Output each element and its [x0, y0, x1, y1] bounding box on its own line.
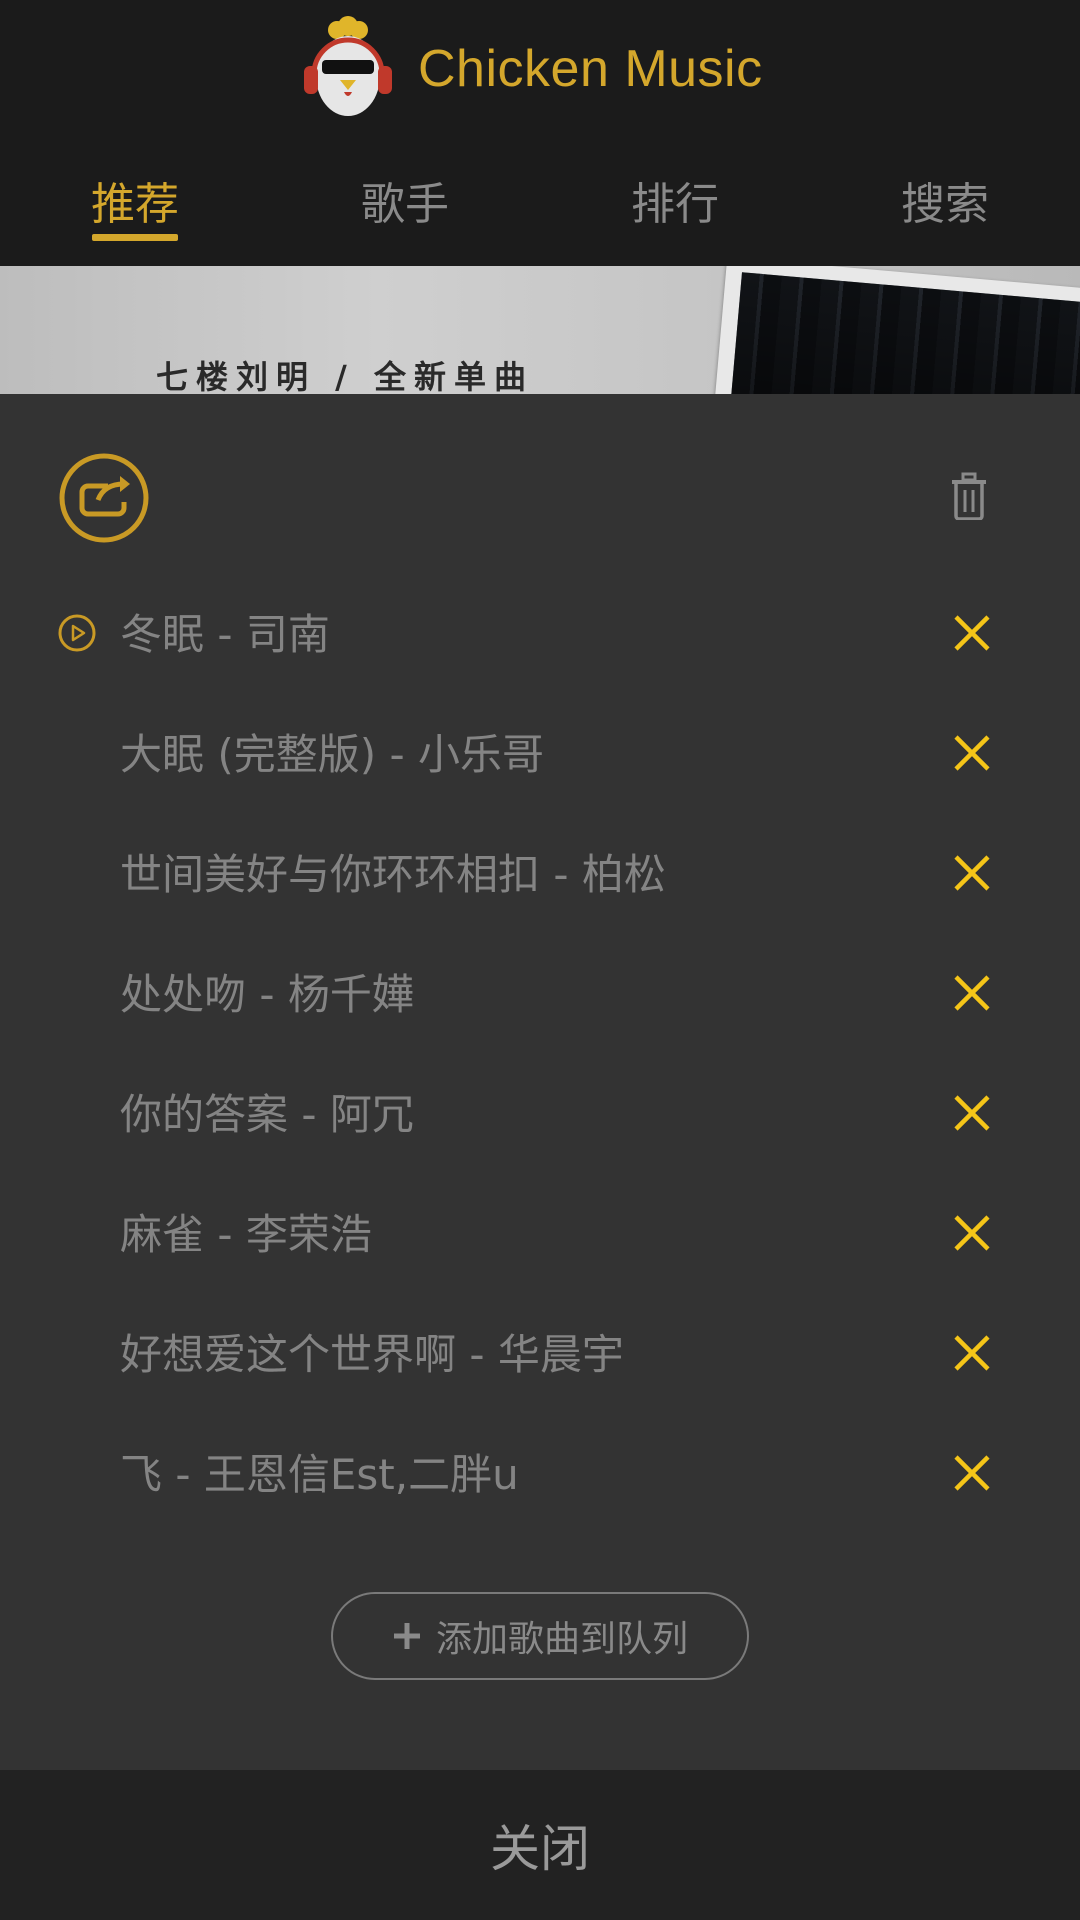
song-item[interactable]: 麻雀 - 李荣浩: [0, 1171, 1080, 1291]
song-item[interactable]: 好想爱这个世界啊 - 华晨宇: [0, 1291, 1080, 1411]
song-title: 大眠 (完整版) - 小乐哥: [120, 730, 544, 779]
chicken-logo-icon: [304, 16, 392, 116]
delete-icon[interactable]: [952, 1333, 992, 1373]
banner-slide[interactable]: 七楼刘明 / 全新单曲: [0, 266, 1080, 394]
song-item[interactable]: 大眠 (完整版) - 小乐哥: [0, 691, 1080, 811]
add-song-button[interactable]: 添加歌曲到队列: [331, 1592, 749, 1680]
song-title: 你的答案 - 阿冗: [120, 1090, 414, 1139]
delete-icon[interactable]: [952, 1213, 992, 1253]
song-item[interactable]: 你的答案 - 阿冗: [0, 1051, 1080, 1171]
song-title: 冬眠 - 司南: [120, 610, 330, 659]
active-tab-indicator: [92, 234, 178, 241]
app-title: Chicken Music: [418, 40, 763, 98]
tab-search[interactable]: 搜索: [855, 168, 1035, 232]
playing-icon: [58, 614, 96, 652]
song-item[interactable]: 处处吻 - 杨千嬅: [0, 931, 1080, 1051]
app-header: Chicken Music: [0, 0, 1080, 140]
song-title: 处处吻 - 杨千嬅: [120, 970, 414, 1019]
tab-recommend[interactable]: 推荐: [45, 168, 225, 232]
song-title: 麻雀 - 李荣浩: [120, 1210, 372, 1259]
delete-icon[interactable]: [952, 613, 992, 653]
song-title: 飞 - 王恩信Est,二胖u: [120, 1450, 519, 1499]
delete-icon[interactable]: [952, 853, 992, 893]
close-button[interactable]: 关闭: [0, 1770, 1080, 1920]
song-item[interactable]: 世间美好与你环环相扣 - 柏松: [0, 811, 1080, 931]
brand: Chicken Music: [300, 14, 763, 124]
song-item[interactable]: 飞 - 王恩信Est,二胖u: [0, 1411, 1080, 1531]
plus-icon: [393, 1623, 420, 1649]
playlist-panel: 冬眠 - 司南 大眠 (完整版) - 小乐哥 世间美好与你环环相扣 - 柏松 处…: [0, 394, 1080, 1770]
banner-photo: [714, 266, 1080, 394]
delete-icon[interactable]: [952, 733, 992, 773]
banner-caption: 七楼刘明 / 全新单曲: [156, 358, 534, 394]
delete-icon[interactable]: [952, 973, 992, 1013]
song-title: 好想爱这个世界啊 - 华晨宇: [120, 1330, 624, 1379]
song-item[interactable]: 冬眠 - 司南: [0, 571, 1080, 691]
loop-icon[interactable]: [58, 452, 150, 544]
add-song-label: 添加歌曲到队列: [435, 1619, 688, 1660]
song-title: 世间美好与你环环相扣 - 柏松: [120, 850, 666, 899]
tab-rank[interactable]: 排行: [585, 168, 765, 232]
delete-icon[interactable]: [952, 1093, 992, 1133]
delete-icon[interactable]: [952, 1453, 992, 1493]
close-label: 关闭: [490, 1820, 590, 1878]
tab-singer[interactable]: 歌手: [315, 168, 495, 232]
trash-icon[interactable]: [950, 472, 988, 520]
nav-tabs: 推荐 歌手 排行 搜索: [0, 140, 1080, 266]
